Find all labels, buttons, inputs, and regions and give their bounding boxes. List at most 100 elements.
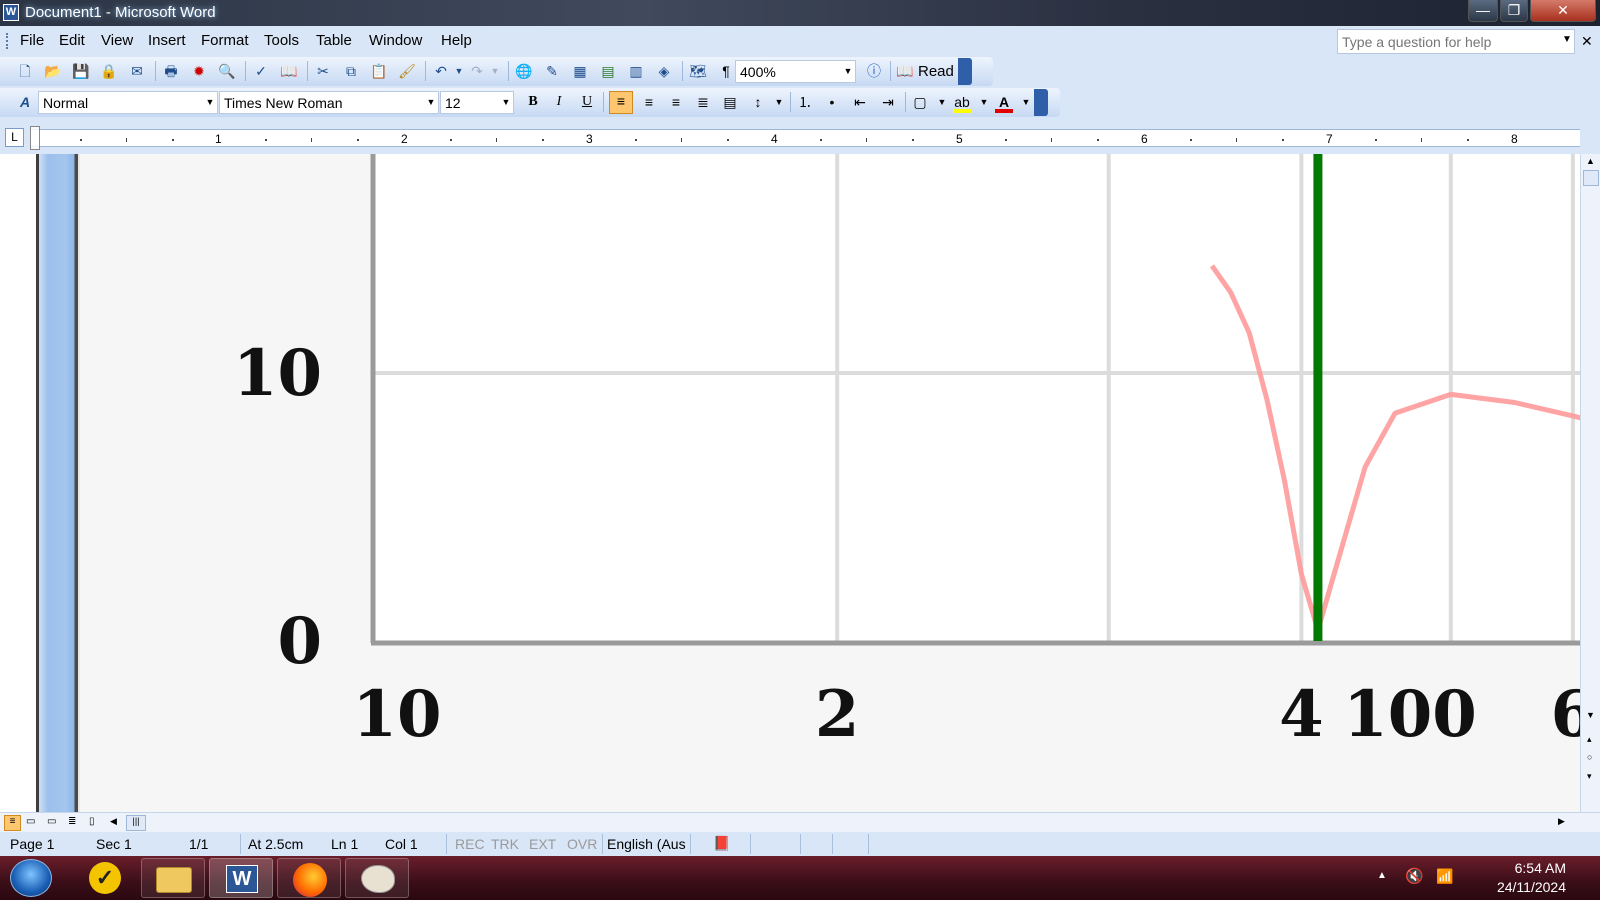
align-left-icon[interactable]: ≡ (609, 91, 633, 114)
line-spacing-dropdown-icon[interactable]: ▼ (770, 93, 788, 111)
zoom-select[interactable]: 400% ▼ (735, 60, 856, 83)
vertical-scrollbar[interactable]: ▲ ▼ ▴ ○ ▾ (1580, 154, 1600, 812)
help-icon[interactable]: ⓘ (865, 62, 883, 80)
menu-insert[interactable]: Insert (148, 32, 186, 49)
spelling-status-icon[interactable]: 📕 (713, 835, 730, 852)
permission-icon[interactable]: 🔒 (100, 62, 118, 80)
volume-muted-icon[interactable]: 🔇 (1405, 867, 1424, 885)
close-document-button[interactable]: ✕ (1581, 33, 1593, 50)
tab-selector[interactable]: L (5, 128, 24, 147)
line-spacing-icon[interactable]: ↕ (749, 93, 767, 111)
insert-table-icon[interactable]: ▦ (571, 62, 589, 80)
show-hide-pilcrow-icon[interactable]: ¶ (717, 62, 735, 80)
document-area[interactable]: 100102468100 (0, 154, 1580, 812)
insert-excel-icon[interactable]: ▤ (599, 62, 617, 80)
print-preview-icon[interactable]: 🔍 (218, 62, 236, 80)
borders-icon[interactable]: ▢ (911, 93, 929, 111)
menu-table[interactable]: Table (316, 32, 352, 49)
taskbar-norton-app[interactable]: ✓ (73, 858, 137, 898)
style-select[interactable]: Normal ▼ (38, 91, 218, 114)
indent-marker-icon[interactable] (30, 126, 40, 150)
taskbar-explorer-app[interactable] (141, 858, 205, 898)
menu-tools[interactable]: Tools (264, 32, 299, 49)
status-rec[interactable]: REC (455, 836, 485, 852)
hyperlink-icon[interactable]: 🌐 (515, 62, 533, 80)
restore-button[interactable]: ❐ (1500, 0, 1528, 22)
start-button[interactable] (10, 859, 52, 897)
font-color-dropdown-icon[interactable]: ▼ (1017, 93, 1035, 111)
drawing-icon[interactable]: ◈ (655, 62, 673, 80)
scroll-up-icon[interactable]: ▲ (1586, 156, 1595, 166)
email-icon[interactable]: ✉ (128, 62, 146, 80)
system-clock[interactable]: 6:54 AM 24/11/2024 (1497, 859, 1566, 897)
menu-help[interactable]: Help (441, 32, 472, 49)
scroll-left-icon[interactable]: ◀ (110, 816, 117, 827)
research-book-icon[interactable]: 📖 (280, 62, 298, 80)
status-language[interactable]: English (Aus (607, 836, 686, 852)
normal-view-icon[interactable]: ≡ (4, 815, 21, 831)
minimize-button[interactable]: — (1468, 0, 1498, 22)
format-painter-icon[interactable]: 🖌 (398, 62, 416, 80)
styles-formatting-icon[interactable]: A (16, 93, 34, 111)
print-layout-view-icon[interactable]: ▭ (47, 816, 56, 827)
status-ovr[interactable]: OVR (567, 836, 597, 852)
copy-icon[interactable]: ⧉ (342, 62, 360, 80)
italic-button[interactable]: I (550, 93, 568, 111)
select-browse-object-icon[interactable]: ○ (1587, 752, 1592, 762)
taskbar-paint-app[interactable] (345, 858, 409, 898)
help-search-input[interactable] (1337, 29, 1575, 54)
status-ext[interactable]: EXT (529, 836, 556, 852)
network-icon[interactable]: 📶 (1436, 868, 1453, 885)
previous-page-icon[interactable]: ▴ (1587, 734, 1592, 745)
highlight-dropdown-icon[interactable]: ▼ (975, 93, 993, 111)
menu-edit[interactable]: Edit (59, 32, 85, 49)
bold-button[interactable]: B (524, 93, 542, 111)
redo-dropdown-icon[interactable]: ▼ (486, 62, 504, 80)
show-hidden-icons[interactable]: ▲ (1377, 870, 1387, 881)
bullets-icon[interactable]: • (823, 93, 841, 111)
help-dropdown-icon[interactable]: ▼ (1562, 34, 1572, 45)
print-icon[interactable]: 🖶 (162, 62, 180, 80)
taskbar-word-app[interactable]: W (209, 858, 273, 898)
open-folder-icon[interactable]: 📂 (44, 62, 62, 80)
scroll-down-icon[interactable]: ▼ (1586, 710, 1595, 720)
reading-layout-view-icon[interactable]: ▯ (89, 816, 95, 827)
spelling-icon[interactable]: ✓ (252, 62, 270, 80)
redo-icon[interactable]: ↷ (468, 62, 486, 80)
underline-button[interactable]: U (578, 93, 596, 111)
status-trk[interactable]: TRK (491, 836, 519, 852)
menu-view[interactable]: View (101, 32, 133, 49)
scroll-thumb[interactable] (1583, 170, 1599, 186)
borders-dropdown-icon[interactable]: ▼ (933, 93, 951, 111)
taskbar-firefox-app[interactable] (277, 858, 341, 898)
paste-icon[interactable]: 📋 (370, 62, 388, 80)
toolbar-options-icon[interactable] (958, 58, 972, 85)
research-icon[interactable]: ✹ (190, 62, 208, 80)
hscroll-thumb[interactable]: ||| (126, 815, 146, 831)
highlight-icon[interactable]: ab (953, 93, 971, 113)
font-size-select[interactable]: 12 ▼ (440, 91, 514, 114)
read-button[interactable]: Read (918, 63, 954, 80)
save-icon[interactable]: 💾 (72, 62, 90, 80)
align-right-icon[interactable]: ≡ (667, 93, 685, 111)
read-book-icon[interactable]: 📖 (896, 62, 914, 80)
increase-indent-icon[interactable]: ⇥ (879, 93, 897, 111)
font-color-icon[interactable]: A (995, 93, 1013, 113)
scroll-right-icon[interactable]: ▶ (1558, 816, 1565, 827)
tables-borders-icon[interactable]: ✎ (543, 62, 561, 80)
undo-dropdown-icon[interactable]: ▼ (450, 62, 468, 80)
outline-view-icon[interactable]: ≣ (68, 816, 76, 827)
close-button[interactable]: ✕ (1530, 0, 1596, 22)
new-document-icon[interactable]: 🗋 (16, 62, 34, 80)
columns-icon[interactable]: ▥ (627, 62, 645, 80)
decrease-indent-icon[interactable]: ⇤ (851, 93, 869, 111)
document-map-icon[interactable]: 🗺 (689, 62, 707, 80)
justify-icon[interactable]: ≣ (694, 93, 712, 111)
menu-window[interactable]: Window (369, 32, 422, 49)
menu-format[interactable]: Format (201, 32, 249, 49)
ruler-scale[interactable]: 1 2 3 4 5 6 7 8 (30, 126, 1580, 150)
undo-icon[interactable]: ↶ (432, 62, 450, 80)
cut-icon[interactable]: ✂ (314, 62, 332, 80)
horizontal-ruler[interactable]: L 1 2 3 4 5 6 7 8 (0, 124, 1600, 154)
distributed-icon[interactable]: ▤ (721, 93, 739, 111)
